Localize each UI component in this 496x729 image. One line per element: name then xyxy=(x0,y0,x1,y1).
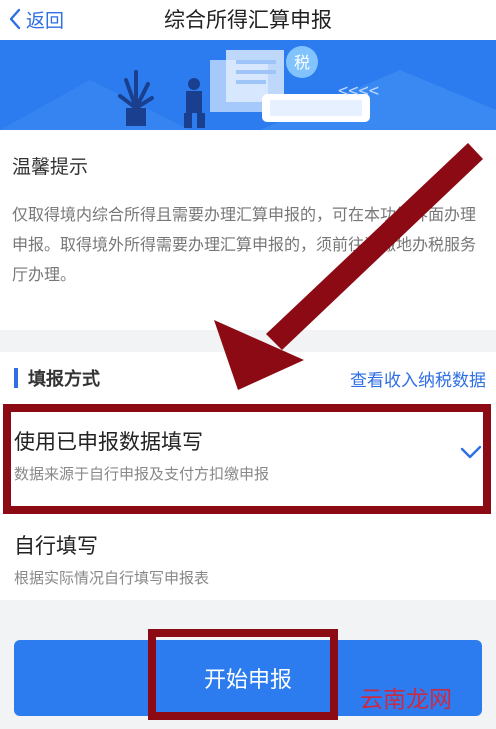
arrows-decoration: <<<< xyxy=(338,81,379,101)
view-income-tax-data-link[interactable]: 查看收入纳税数据 xyxy=(350,366,486,391)
section-accent-bar xyxy=(14,368,18,388)
fill-method-header: 填报方式 查看收入纳税数据 xyxy=(0,352,496,402)
watermark-text: 云南龙网 xyxy=(360,687,452,713)
option-title: 自行填写 xyxy=(14,534,98,558)
tax-badge-icon: 税 xyxy=(286,46,318,78)
notice-title: 温馨提示 xyxy=(12,156,89,178)
option-desc: 数据来源于自行申报及支付方扣缴申报 xyxy=(14,465,270,483)
option-desc: 根据实际情况自行填写申报表 xyxy=(14,569,210,587)
banner-illustration: 税 <<<< xyxy=(0,40,496,130)
svg-text:税: 税 xyxy=(294,53,310,72)
option-self-fill[interactable]: 自行填写 根据实际情况自行填写申报表 xyxy=(0,510,496,600)
fill-method-section: 填报方式 查看收入纳税数据 使用已申报数据填写 数据来源于自行申报及支付方扣缴申… xyxy=(0,352,496,600)
check-icon xyxy=(460,445,482,459)
nav-bar: 返回 综合所得汇算申报 xyxy=(0,0,496,40)
page-title: 综合所得汇算申报 xyxy=(164,8,332,32)
notice-section: 温馨提示 仅取得境内综合所得且需要办理汇算申报的，可在本功能界面办理申报。取得境… xyxy=(0,130,496,330)
fill-method-label: 填报方式 xyxy=(28,369,100,390)
notice-body: 仅取得境内综合所得且需要办理汇算申报的，可在本功能界面办理申报。取得境外所得需要… xyxy=(12,205,477,284)
option-use-declared-data[interactable]: 使用已申报数据填写 数据来源于自行申报及支付方扣缴申报 xyxy=(0,406,496,496)
option-title: 使用已申报数据填写 xyxy=(14,430,203,454)
